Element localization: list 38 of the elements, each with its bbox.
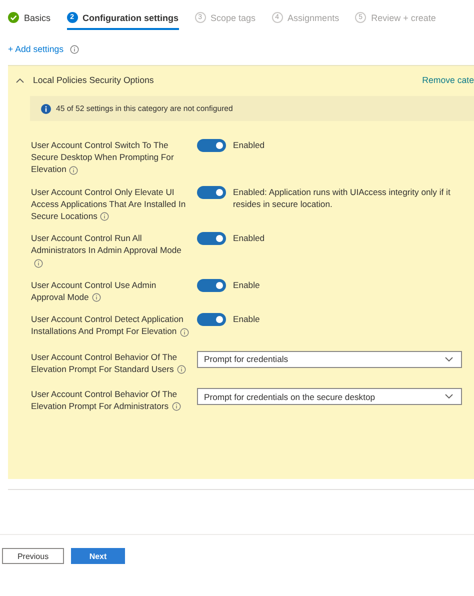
add-settings-link[interactable]: + Add settings xyxy=(8,44,64,54)
setting-label: User Account Control Use Admin Approval Mode xyxy=(31,278,158,304)
toggle-switch[interactable] xyxy=(197,313,226,326)
info-icon[interactable] xyxy=(69,166,78,175)
setting-label: User Account Control Switch To The Secure Desktop When Prompting For Elevation xyxy=(31,139,175,176)
info-icon[interactable] xyxy=(100,212,110,222)
next-button[interactable]: Next xyxy=(71,548,125,564)
remove-category-link[interactable]: Remove cate xyxy=(422,75,474,85)
info-icon xyxy=(41,104,51,114)
info-icon[interactable] xyxy=(34,258,43,268)
setting-label: User Account Control Detect Application Installations And Prompt For Elevation xyxy=(31,313,189,338)
dropdown[interactable]: Prompt for credentials on the secure desktop xyxy=(197,388,462,406)
setting-label: User Account Control Run All Administrators In Admin Approval Mode xyxy=(31,232,189,269)
toggle-value: Enabled: Application runs with UIAccess integrity only if it resides in secure location. xyxy=(233,186,452,210)
chevron-icon[interactable] xyxy=(16,78,24,82)
previous-button[interactable]: Previous xyxy=(2,548,64,564)
info-icon[interactable] xyxy=(172,402,181,412)
toggle-switch[interactable] xyxy=(197,232,226,246)
toggle-value: Enable xyxy=(233,278,260,292)
toggle-value: Enabled xyxy=(233,139,265,152)
dropdown[interactable]: Prompt for credentials xyxy=(197,350,462,368)
chevron-down-icon xyxy=(445,394,453,400)
toggle-switch[interactable] xyxy=(197,186,226,199)
info-icon[interactable] xyxy=(92,293,101,302)
setting-label: User Account Control Only Elevate UI Access Applications That Are Installed In Secure Locations xyxy=(31,186,187,222)
setting-label: User Account Control Behavior Of The Elevation Prompt For Standard Users xyxy=(31,350,189,376)
info-icon[interactable] xyxy=(70,44,79,54)
toggle-value: Enabled xyxy=(233,232,265,244)
chevron-down-icon xyxy=(445,356,453,362)
toggle-switch[interactable] xyxy=(197,139,226,152)
wizard-step-tab[interactable]: Basics xyxy=(8,12,51,30)
info-icon[interactable] xyxy=(176,365,186,374)
checkmark-icon xyxy=(8,12,19,23)
info-icon[interactable] xyxy=(180,328,189,337)
toggle-switch[interactable] xyxy=(197,278,226,292)
category-title: Local Policies Security Options xyxy=(33,75,155,85)
setting-label: User Account Control Behavior Of The Elevation Prompt For Administrators xyxy=(31,388,189,412)
toggle-value: Enable xyxy=(233,313,260,326)
